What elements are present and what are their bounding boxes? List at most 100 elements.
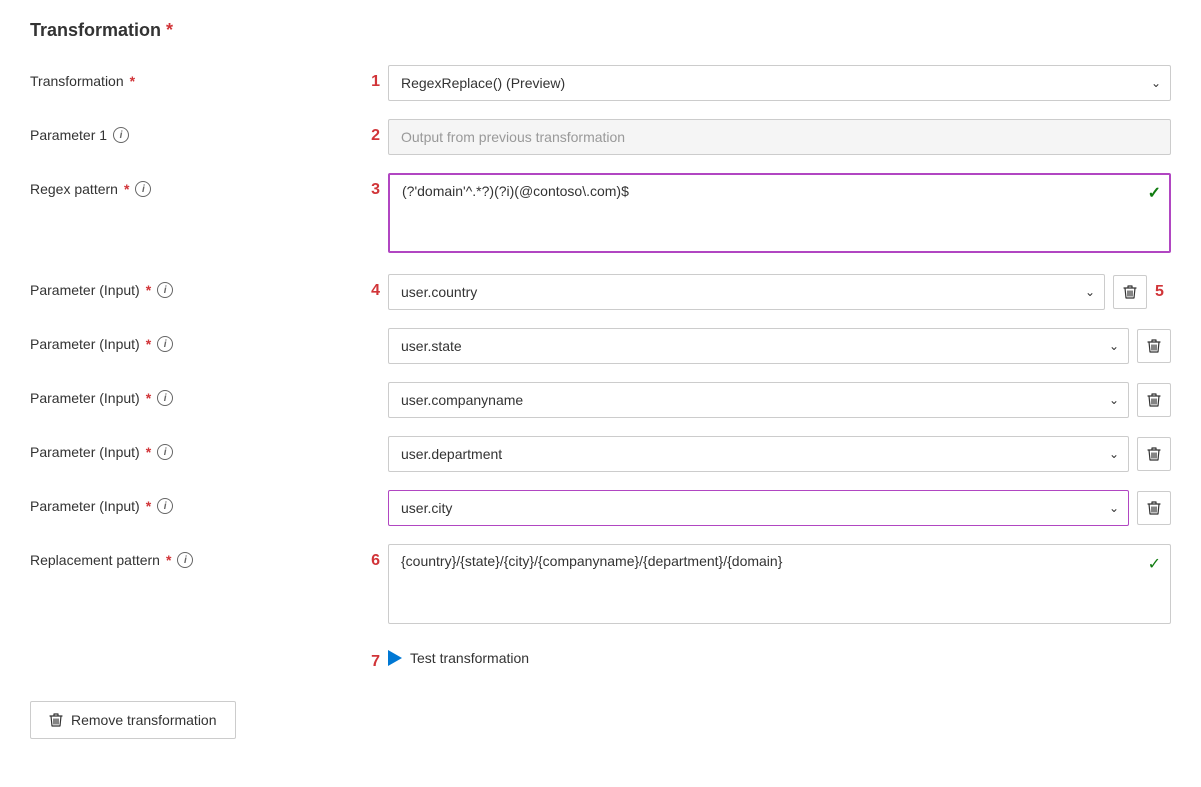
param-input-label-text-3: Parameter (Input) — [30, 444, 140, 460]
step5-badge: 5 — [1155, 283, 1171, 301]
replacement-textarea-wrapper: {country}/{state}/{city}/{companyname}/{… — [388, 544, 1171, 627]
step-blank-1 — [350, 328, 380, 336]
param-input-info-0[interactable]: i — [157, 282, 173, 298]
regex-textarea[interactable]: (?'domain'^.*?)(?i)(@contoso\.com)$ — [388, 173, 1171, 253]
param-input-row-4: Parameter (Input) * i user.city ⌄ — [30, 490, 1171, 526]
param-delete-btn-4[interactable] — [1137, 491, 1171, 525]
trash-icon-3 — [1147, 446, 1161, 462]
param-input-required-0: * — [146, 282, 151, 298]
param-select-wrapper-2: user.companyname ⌄ — [388, 382, 1129, 418]
transformation-row: Transformation * 1 RegexReplace() (Previ… — [30, 65, 1171, 101]
param-input-label-text-1: Parameter (Input) — [30, 336, 140, 352]
replacement-label: Replacement pattern — [30, 552, 160, 568]
regex-label-col: Regex pattern * i — [30, 173, 350, 197]
play-icon — [388, 650, 402, 666]
trash-icon-0 — [1123, 284, 1137, 300]
param-input-col-4: user.city ⌄ — [388, 490, 1171, 526]
param-input-col-1: user.state ⌄ — [388, 328, 1171, 364]
param-select-wrapper-1: user.state ⌄ — [388, 328, 1129, 364]
step4-badge: 4 — [350, 274, 380, 300]
step6-badge: 6 — [350, 544, 380, 570]
step-blank-3 — [350, 436, 380, 444]
param-input-info-3[interactable]: i — [157, 444, 173, 460]
param-delete-btn-1[interactable] — [1137, 329, 1171, 363]
transformation-label-col: Transformation * — [30, 65, 350, 89]
param-select-1[interactable]: user.state — [388, 328, 1129, 364]
remove-transformation-label: Remove transformation — [71, 712, 217, 728]
param-input-col-2: user.companyname ⌄ — [388, 382, 1171, 418]
regex-textarea-wrapper: (?'domain'^.*?)(?i)(@contoso\.com)$ ✓ — [388, 173, 1171, 256]
transformation-select-wrapper: RegexReplace() (Preview) ⌄ — [388, 65, 1171, 101]
param-select-0[interactable]: user.country — [388, 274, 1105, 310]
param-input-label-4: Parameter (Input) * i — [30, 490, 350, 514]
test-transformation-label: Test transformation — [410, 650, 529, 666]
param-select-4[interactable]: user.city — [388, 490, 1129, 526]
param-input-row-0: Parameter (Input) * i 4 user.country ⌄ 5 — [30, 274, 1171, 310]
replacement-info-icon[interactable]: i — [177, 552, 193, 568]
param-input-required-2: * — [146, 390, 151, 406]
param-select-wrapper-4: user.city ⌄ — [388, 490, 1129, 526]
param-input-required-1: * — [146, 336, 151, 352]
step1-badge: 1 — [350, 65, 380, 91]
param-input-row-2: Parameter (Input) * i user.companyname ⌄ — [30, 382, 1171, 418]
step-blank-4 — [350, 490, 380, 498]
param-delete-btn-2[interactable] — [1137, 383, 1171, 417]
step7-badge: 7 — [350, 645, 380, 671]
param-input-label-text-2: Parameter (Input) — [30, 390, 140, 406]
regex-label: Regex pattern — [30, 181, 118, 197]
param-delete-btn-0[interactable] — [1113, 275, 1147, 309]
step3-badge: 3 — [350, 173, 380, 199]
trash-icon-4 — [1147, 500, 1161, 516]
param-input-col-0: user.country ⌄ 5 — [388, 274, 1171, 310]
regex-check-icon: ✓ — [1148, 183, 1161, 203]
param-select-wrapper-3: user.department ⌄ — [388, 436, 1129, 472]
replacement-input-col: {country}/{state}/{city}/{companyname}/{… — [388, 544, 1171, 627]
param-select-wrapper-0: user.country ⌄ — [388, 274, 1105, 310]
param-input-row-1: Parameter (Input) * i user.state ⌄ — [30, 328, 1171, 364]
transformation-select[interactable]: RegexReplace() (Preview) — [388, 65, 1171, 101]
param-input-required-3: * — [146, 444, 151, 460]
replacement-textarea[interactable]: {country}/{state}/{city}/{companyname}/{… — [388, 544, 1171, 624]
replacement-check-icon: ✓ — [1148, 554, 1161, 574]
parameter1-input-col — [388, 119, 1171, 155]
transformation-form: Transformation * Transformation * 1 Rege… — [30, 20, 1171, 739]
parameter1-label-col: Parameter 1 i — [30, 119, 350, 143]
regex-pattern-row: Regex pattern * i 3 (?'domain'^.*?)(?i)(… — [30, 173, 1171, 256]
param-input-row-3: Parameter (Input) * i user.department ⌄ — [30, 436, 1171, 472]
transformation-required: * — [130, 73, 135, 89]
param-input-info-4[interactable]: i — [157, 498, 173, 514]
trash-icon-1 — [1147, 338, 1161, 354]
parameter1-label: Parameter 1 — [30, 127, 107, 143]
param-input-label-2: Parameter (Input) * i — [30, 382, 350, 406]
page-title: Transformation * — [30, 20, 1171, 41]
param-input-info-1[interactable]: i — [157, 336, 173, 352]
regex-info-icon[interactable]: i — [135, 181, 151, 197]
param-input-label-1: Parameter (Input) * i — [30, 328, 350, 352]
param-input-required-4: * — [146, 498, 151, 514]
step2-badge: 2 — [350, 119, 380, 145]
trash-icon-2 — [1147, 392, 1161, 408]
param-input-label-text-0: Parameter (Input) — [30, 282, 140, 298]
parameter1-row: Parameter 1 i 2 — [30, 119, 1171, 155]
param-input-info-2[interactable]: i — [157, 390, 173, 406]
replacement-row: Replacement pattern * i 6 {country}/{sta… — [30, 544, 1171, 627]
param-delete-btn-3[interactable] — [1137, 437, 1171, 471]
param-select-2[interactable]: user.companyname — [388, 382, 1129, 418]
regex-input-col: (?'domain'^.*?)(?i)(@contoso\.com)$ ✓ — [388, 173, 1171, 256]
remove-trash-icon — [49, 712, 63, 728]
param-input-col-3: user.department ⌄ — [388, 436, 1171, 472]
title-required: * — [166, 20, 173, 40]
parameter1-info-icon[interactable]: i — [113, 127, 129, 143]
replacement-required: * — [166, 552, 171, 568]
parameter1-input[interactable] — [388, 119, 1171, 155]
title-label: Transformation — [30, 20, 161, 40]
test-transformation-button[interactable]: Test transformation — [388, 650, 529, 666]
param-select-3[interactable]: user.department — [388, 436, 1129, 472]
remove-transformation-button[interactable]: Remove transformation — [30, 701, 236, 739]
replacement-label-col: Replacement pattern * i — [30, 544, 350, 568]
param-input-label-text-4: Parameter (Input) — [30, 498, 140, 514]
test-transformation-row: 7 Test transformation — [30, 645, 1171, 671]
transformation-label: Transformation — [30, 73, 124, 89]
param-input-label-0: Parameter (Input) * i — [30, 274, 350, 298]
step-blank-2 — [350, 382, 380, 390]
